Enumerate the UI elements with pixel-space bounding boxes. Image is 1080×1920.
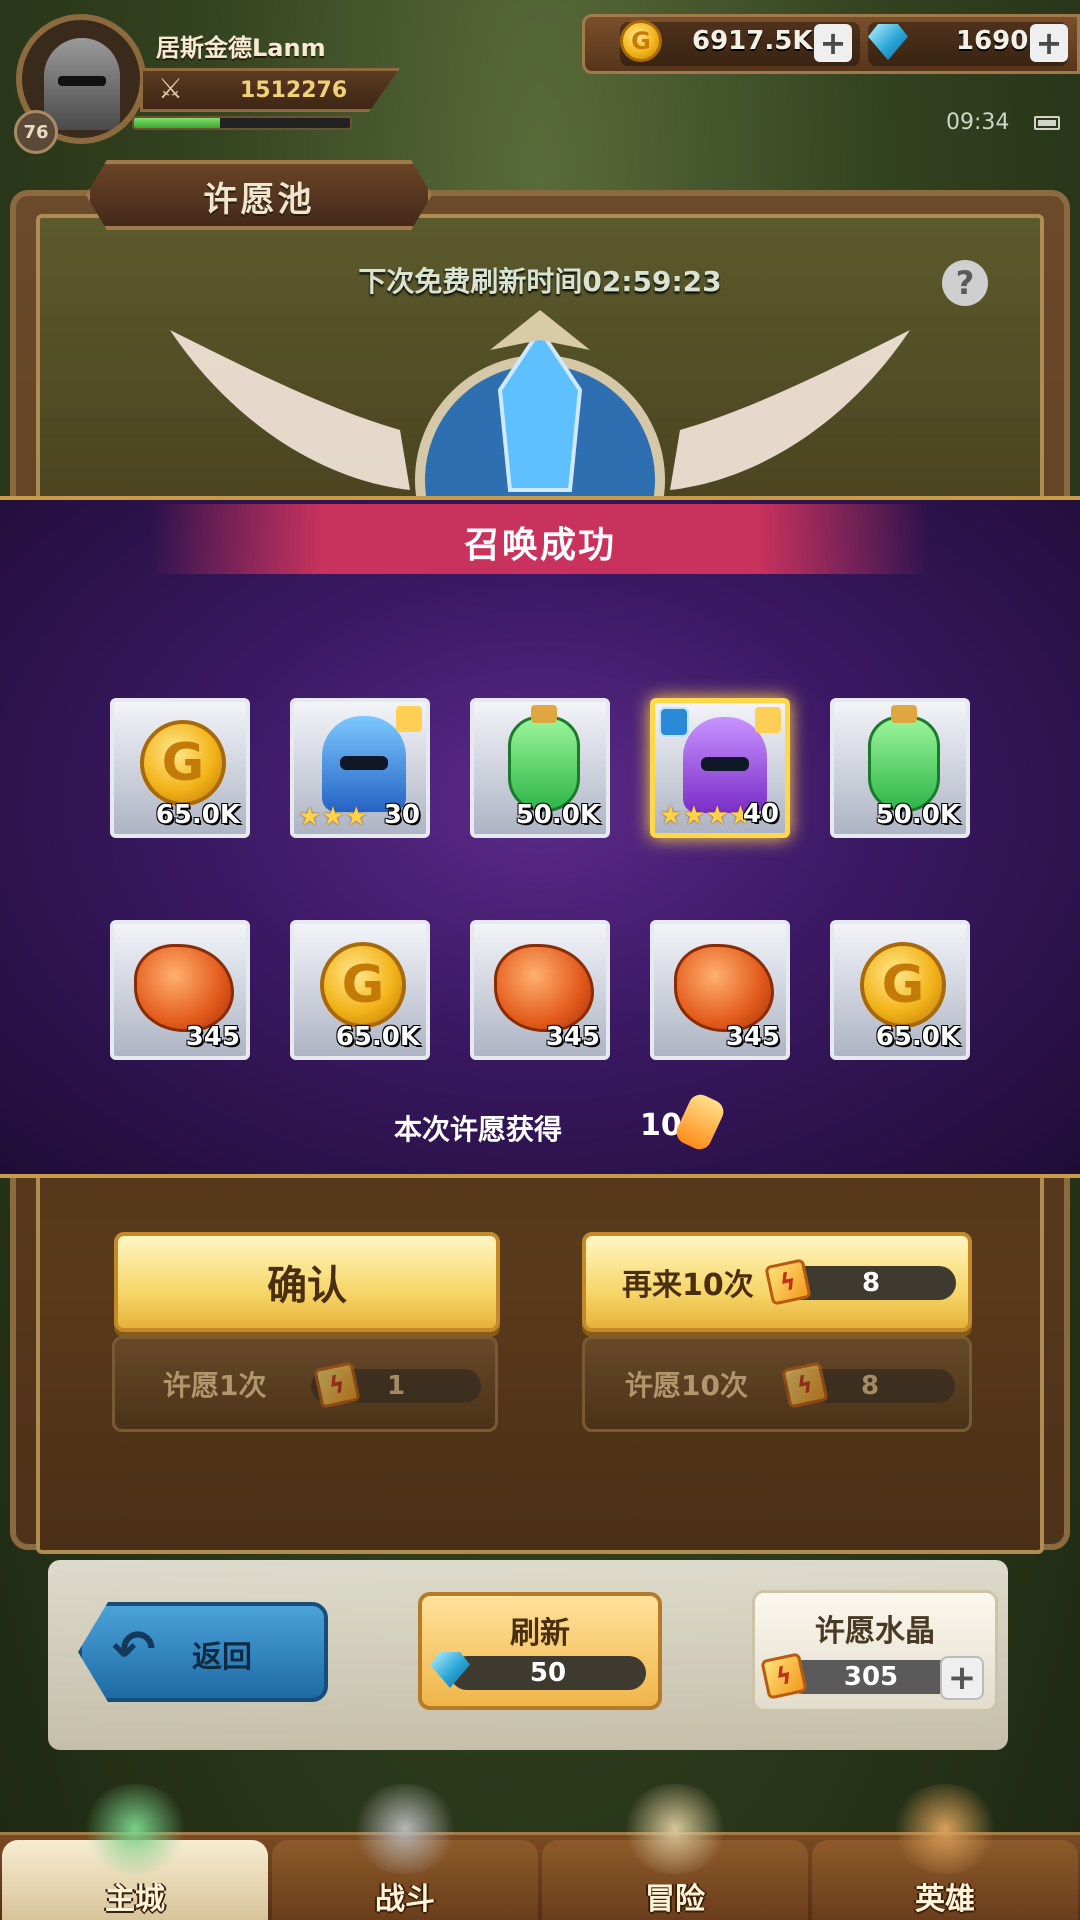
green-potion-icon	[508, 705, 580, 812]
reward-card[interactable]: ★★★ 30	[290, 698, 430, 838]
refresh-label: 刷新	[510, 1616, 570, 1651]
back-label: 返回	[192, 1640, 252, 1675]
reward-quantity: 30	[383, 800, 420, 830]
summon-again-cost: 8	[786, 1266, 956, 1300]
main-city-icon	[80, 1784, 190, 1874]
wish-10-label: 许愿10次	[625, 1369, 748, 1402]
gold-coin-icon: G	[620, 20, 662, 62]
reward-quantity: 345	[545, 1022, 600, 1052]
reward-card[interactable]: G 65.0K	[830, 920, 970, 1060]
summon-again-label: 再来10次	[622, 1268, 754, 1303]
reward-quantity: 65.0K	[155, 800, 240, 830]
wish-crystal-icon: ϟ	[764, 1258, 812, 1306]
reward-card[interactable]: 50.0K	[830, 698, 970, 838]
wish-crystal-label: 许愿水晶	[815, 1614, 935, 1649]
clock: 09:34	[946, 110, 1010, 135]
wish-gain-label: 本次许愿获得	[394, 1113, 563, 1146]
wish-crystal-icon: ϟ	[313, 1361, 361, 1409]
nav-label: 冒险	[645, 1882, 705, 1917]
player-name: 居斯金德Lanm	[156, 34, 326, 62]
star-rating: ★★★	[298, 802, 368, 832]
wish-10-button[interactable]: 许愿10次 8 ϟ	[582, 1336, 972, 1432]
back-arrow-icon: ↶	[112, 1620, 156, 1680]
green-potion-icon	[868, 705, 940, 812]
wish-crystal-count: 305	[786, 1660, 956, 1694]
orange-ore-icon	[134, 944, 234, 1032]
reward-quantity: 50.0K	[515, 800, 600, 830]
wish-1-button[interactable]: 许愿1次 1 ϟ	[112, 1336, 498, 1432]
gold-value: 6917.5K	[692, 26, 813, 56]
nav-label: 英雄	[915, 1882, 975, 1917]
hero-helmet-icon	[890, 1784, 1000, 1874]
confirm-button[interactable]: 确认	[114, 1232, 500, 1332]
reward-card[interactable]: 345	[650, 920, 790, 1060]
gem-value: 1690	[956, 26, 1029, 56]
reward-quantity: 345	[725, 1022, 780, 1052]
crossed-swords-icon: ⚔	[158, 72, 184, 105]
wish-gain-count: 10	[640, 1108, 682, 1143]
reward-card[interactable]: 345	[470, 920, 610, 1060]
reward-card[interactable]: 345	[110, 920, 250, 1060]
battery-icon	[1034, 116, 1060, 130]
nav-label: 战斗	[375, 1882, 435, 1917]
reward-quantity: 50.0K	[875, 800, 960, 830]
reward-card[interactable]: G 65.0K	[290, 920, 430, 1060]
xp-bar-fill	[134, 118, 221, 128]
blue-helmet-icon	[322, 716, 406, 812]
add-wish-crystal-button[interactable]: +	[940, 1656, 984, 1700]
star-rating: ★★★★	[659, 801, 753, 831]
reward-grid: G 65.0K ★★★ 30 50.0K ★★★★ 40 50.0K 345 G 65.0K 345 3…	[110, 698, 970, 1060]
reward-card[interactable]: G 65.0K	[110, 698, 250, 838]
wish-crystal-icon: ϟ	[781, 1361, 829, 1409]
reward-card[interactable]: ★★★★ 40	[650, 698, 790, 838]
help-button[interactable]: ?	[942, 260, 988, 306]
add-gold-button[interactable]: +	[814, 24, 852, 62]
wish-1-label: 许愿1次	[163, 1369, 267, 1402]
puzzle-piece-icon	[396, 706, 422, 732]
class-badge-icon	[659, 707, 689, 737]
reward-quantity: 65.0K	[875, 1022, 960, 1052]
reward-quantity: 345	[185, 1022, 240, 1052]
reward-quantity: 65.0K	[335, 1022, 420, 1052]
puzzle-piece-icon	[755, 707, 781, 733]
orange-ore-icon	[674, 944, 774, 1032]
adventure-map-icon	[620, 1784, 730, 1874]
panel-title: 许愿池	[203, 180, 315, 220]
winged-crystal-emblem-icon	[170, 310, 910, 510]
wish-crystal-icon: ϟ	[760, 1652, 808, 1700]
free-refresh-timer: 下次免费刷新时间02:59:23	[358, 265, 722, 298]
nav-label: 主城	[105, 1882, 165, 1917]
gold-coin-icon: G	[320, 942, 406, 1028]
summon-again-button[interactable]: 再来10次 8 ϟ	[582, 1232, 972, 1332]
add-gems-button[interactable]: +	[1030, 24, 1068, 62]
avatar-helmet-icon	[44, 38, 120, 130]
gold-coin-icon: G	[860, 942, 946, 1028]
orange-ore-icon	[494, 944, 594, 1032]
reward-quantity: 40	[742, 799, 779, 829]
level-badge: 76	[14, 110, 58, 154]
confirm-label: 确认	[267, 1263, 347, 1309]
battle-swords-icon	[350, 1784, 460, 1874]
xp-bar	[132, 116, 352, 130]
summon-success-title: 召唤成功	[463, 525, 616, 566]
power-value: 1512276	[240, 78, 348, 103]
gold-coin-icon: G	[140, 720, 226, 806]
reward-card[interactable]: 50.0K	[470, 698, 610, 838]
refresh-cost: 50	[450, 1656, 646, 1690]
